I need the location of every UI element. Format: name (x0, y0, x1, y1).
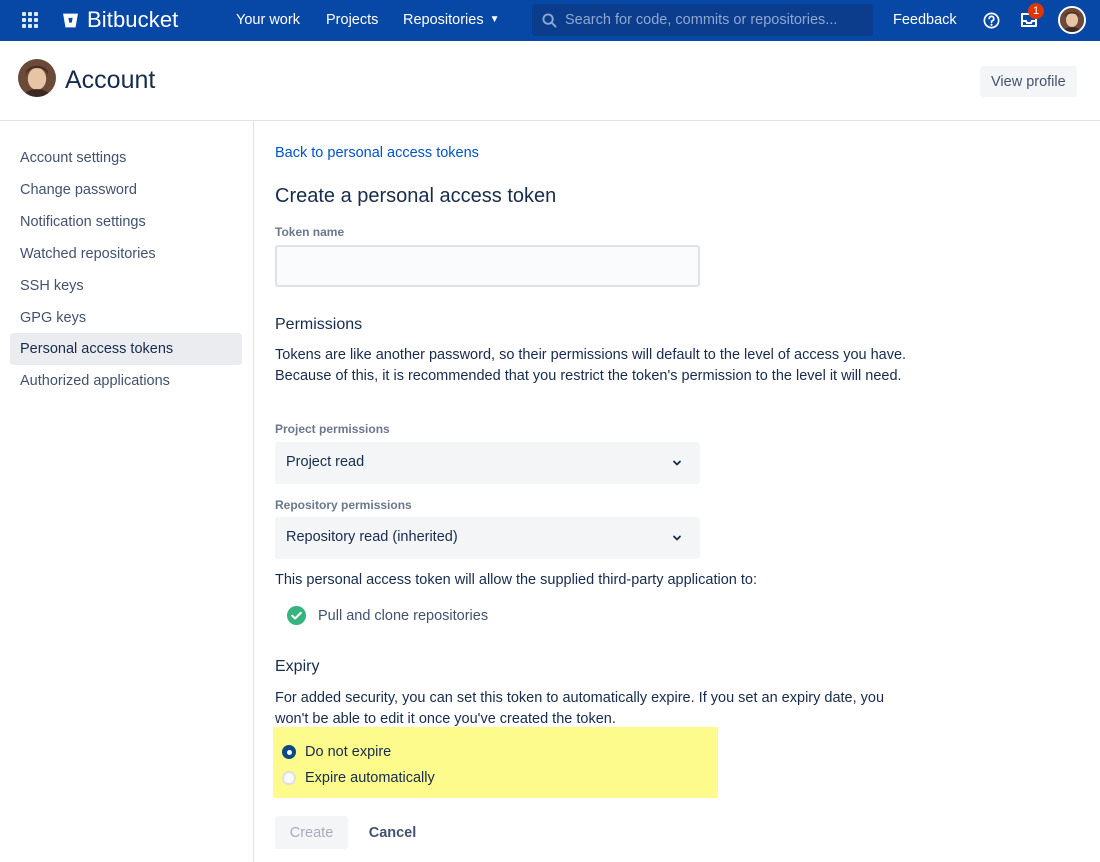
brand-name: Bitbucket (87, 7, 179, 32)
expiry-heading: Expiry (275, 658, 320, 675)
token-name-label: Token name (275, 225, 345, 239)
project-permissions-select[interactable]: Project read (275, 442, 700, 484)
chevron-down-icon (673, 535, 681, 541)
radio-do-not-expire-label: Do not expire (305, 744, 392, 760)
radio-do-not-expire[interactable]: Do not expire (282, 744, 391, 760)
permissions-heading: Permissions (275, 316, 363, 333)
nav-your-work[interactable]: Your work (236, 12, 300, 28)
feedback-link[interactable]: Feedback (893, 12, 957, 28)
permissions-description: Tokens are like another password, so the… (275, 347, 907, 384)
nav-repositories-label: Repositories (403, 12, 484, 28)
bitbucket-logo[interactable]: Bitbucket (62, 7, 178, 33)
token-name-input[interactable] (275, 245, 700, 287)
notification-badge: 1 (1028, 3, 1044, 19)
app-switcher-icon[interactable] (22, 12, 38, 28)
sidebar-item-authorized-applications[interactable]: Authorized applications (10, 365, 242, 397)
page-title: Account (65, 66, 156, 94)
project-permissions-value: Project read (286, 454, 365, 470)
chevron-down-icon (673, 460, 681, 466)
cancel-button[interactable]: Cancel (356, 816, 429, 849)
back-to-tokens-link[interactable]: Back to personal access tokens (275, 145, 479, 161)
nav-projects[interactable]: Projects (326, 12, 378, 28)
bitbucket-icon (63, 13, 78, 27)
radio-unselected-icon (282, 771, 296, 785)
search-box[interactable] (532, 4, 873, 36)
radio-expire-automatically-label: Expire automatically (305, 770, 435, 786)
create-button[interactable]: Create (275, 816, 348, 849)
expiry-description: For added security, you can set this tok… (275, 690, 885, 727)
account-sidebar: Account settings Change password Notific… (0, 121, 254, 862)
granted-permission-label: Pull and clone repositories (318, 607, 489, 624)
chevron-down-icon: ▼ (489, 14, 500, 25)
nav-repositories[interactable]: Repositories ▼ (403, 12, 500, 28)
view-profile-button[interactable]: View profile (980, 66, 1077, 97)
avatar-image (18, 59, 56, 97)
sidebar-item-notification-settings[interactable]: Notification settings (10, 206, 242, 238)
project-permissions-label: Project permissions (275, 422, 390, 436)
repository-permissions-label: Repository permissions (275, 498, 412, 512)
expiry-options-highlight (273, 727, 718, 798)
user-avatar[interactable] (1058, 6, 1086, 34)
page-heading: Create a personal access token (275, 185, 557, 207)
search-input[interactable] (565, 12, 865, 28)
search-icon (542, 12, 557, 28)
top-navigation: Bitbucket Your work Projects Repositorie… (0, 0, 1100, 41)
check-circle-icon (286, 605, 307, 626)
radio-selected-icon (282, 745, 296, 759)
help-icon[interactable] (982, 11, 1001, 30)
radio-expire-automatically[interactable]: Expire automatically (282, 770, 435, 786)
page-header: Account View profile (0, 41, 1100, 121)
granted-permission-item: Pull and clone repositories (286, 605, 488, 626)
sidebar-item-ssh-keys[interactable]: SSH keys (10, 270, 242, 302)
sidebar-item-change-password[interactable]: Change password (10, 174, 242, 206)
sidebar-item-watched-repositories[interactable]: Watched repositories (10, 238, 242, 270)
repository-permissions-select[interactable]: Repository read (inherited) (275, 517, 700, 559)
account-avatar (18, 59, 56, 97)
sidebar-item-gpg-keys[interactable]: GPG keys (10, 302, 242, 334)
allow-description: This personal access token will allow th… (275, 572, 757, 588)
avatar-image (1060, 8, 1084, 32)
repository-permissions-value: Repository read (inherited) (286, 529, 458, 545)
sidebar-item-personal-access-tokens[interactable]: Personal access tokens (10, 333, 242, 365)
sidebar-item-account-settings[interactable]: Account settings (10, 142, 242, 174)
